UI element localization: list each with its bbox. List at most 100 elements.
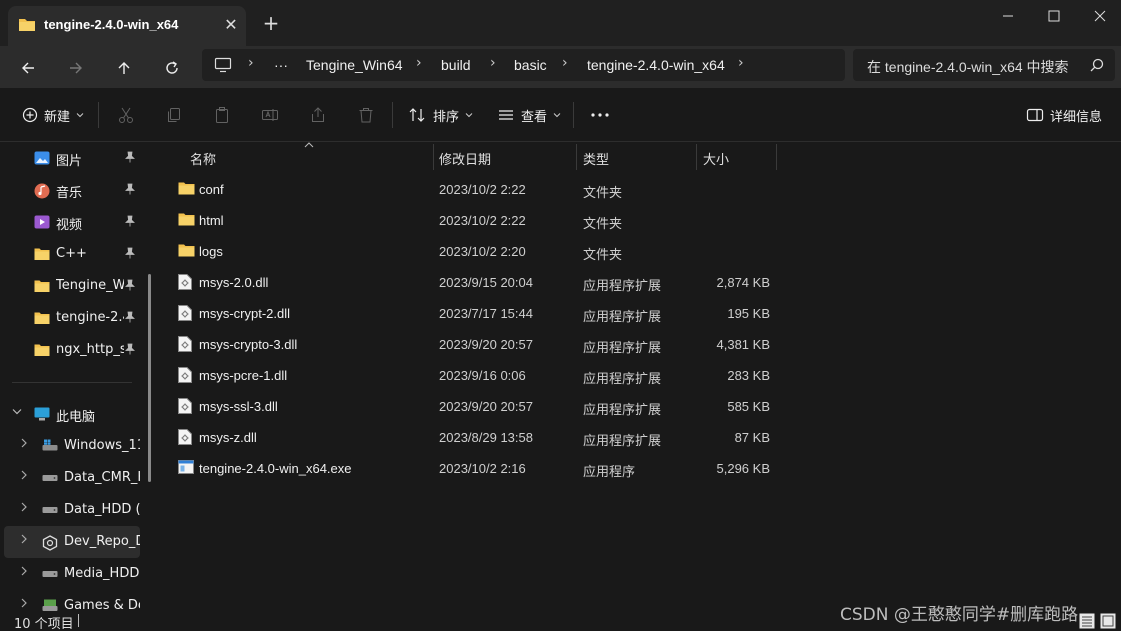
new-tab-button[interactable]: +: [260, 12, 282, 34]
item-count: 10 个项目: [14, 617, 74, 631]
file-row[interactable]: conf 2023/10/2 2:22 文件夹: [172, 174, 782, 204]
command-bar: 新建 排序 查看 详细信息: [0, 88, 1121, 142]
file-row[interactable]: msys-z.dll 2023/8/29 13:58 应用程序扩展 87 KB: [172, 422, 782, 452]
minimize-button[interactable]: [985, 4, 1031, 28]
chevron-right-icon[interactable]: [20, 534, 28, 547]
sidebar-scrollbar[interactable]: [148, 274, 151, 482]
share-icon: [312, 107, 324, 122]
sort-button[interactable]: 排序: [409, 104, 473, 126]
new-button[interactable]: 新建: [22, 104, 84, 126]
chevron-right-icon[interactable]: ›: [416, 55, 422, 71]
details-pane-button[interactable]: 详细信息: [1026, 104, 1102, 126]
file-row[interactable]: tengine-2.4.0-win_x64.exe 2023/10/2 2:16…: [172, 453, 782, 483]
sidebar-item-music[interactable]: 音乐: [0, 174, 150, 206]
chevron-right-icon[interactable]: [20, 502, 28, 515]
more-options-button[interactable]: [590, 104, 610, 126]
column-header-type[interactable]: 类型: [583, 149, 609, 168]
file-name: tengine-2.4.0-win_x64.exe: [199, 461, 352, 476]
chevron-right-icon[interactable]: [20, 438, 28, 451]
breadcrumb-item[interactable]: build: [441, 57, 471, 73]
delete-button[interactable]: [357, 104, 375, 126]
file-name: html: [199, 213, 224, 228]
paste-button[interactable]: [213, 104, 231, 126]
cut-button[interactable]: [117, 104, 135, 126]
maximize-button[interactable]: [1031, 4, 1077, 28]
column-divider[interactable]: [776, 144, 777, 170]
breadcrumb-item[interactable]: basic: [514, 57, 547, 73]
sidebar-item-tengine-win64[interactable]: Tengine_Win64: [0, 270, 150, 302]
chevron-right-icon[interactable]: [20, 566, 28, 579]
sidebar-item-drive[interactable]: Data_CMR_HDD: [0, 462, 150, 494]
file-row[interactable]: msys-2.0.dll 2023/9/15 20:04 应用程序扩展 2,87…: [172, 267, 782, 297]
chevron-right-icon[interactable]: ›: [248, 55, 254, 71]
search-box[interactable]: 在 tengine-2.4.0-win_x64 中搜索: [853, 49, 1115, 81]
column-header-date[interactable]: 修改日期: [439, 149, 491, 168]
sidebar-item-this-pc[interactable]: 此电脑: [0, 398, 150, 430]
sidebar-item-pictures[interactable]: 图片: [0, 142, 150, 174]
close-window-button[interactable]: [1077, 4, 1121, 28]
tab-close-icon[interactable]: ✕: [220, 14, 242, 36]
file-row[interactable]: msys-crypto-3.dll 2023/9/20 20:57 应用程序扩展…: [172, 329, 782, 359]
tab-tengine[interactable]: tengine-2.4.0-win_x64 ✕: [8, 6, 246, 46]
search-input[interactable]: 在 tengine-2.4.0-win_x64 中搜索: [867, 57, 1069, 77]
sidebar-item-drive[interactable]: Data_HDD (E:): [0, 494, 150, 526]
clipboard-icon: [216, 107, 228, 123]
breadcrumb-item[interactable]: tengine-2.4.0-win_x64: [587, 57, 725, 73]
sidebar-item-cpp[interactable]: C++: [0, 238, 150, 270]
forward-button[interactable]: [62, 54, 90, 82]
column-divider[interactable]: [433, 144, 434, 170]
path-box[interactable]: › ··· Tengine_Win64 › build › basic › te…: [202, 49, 845, 81]
windows-drive-icon: [42, 439, 58, 453]
chevron-right-icon[interactable]: ›: [562, 55, 568, 71]
address-bar: › ··· Tengine_Win64 › build › basic › te…: [0, 46, 1121, 88]
dll-file-icon: [178, 336, 192, 356]
file-row[interactable]: msys-crypt-2.dll 2023/7/17 15:44 应用程序扩展 …: [172, 298, 782, 328]
file-size: 87 KB: [734, 430, 770, 445]
chevron-right-icon[interactable]: ›: [490, 55, 496, 71]
folder-icon: [178, 243, 195, 261]
rename-button[interactable]: [261, 104, 279, 126]
chevron-right-icon[interactable]: ›: [738, 55, 744, 71]
tiles-view-icon[interactable]: [1100, 613, 1116, 631]
file-size: 5,296 KB: [716, 461, 771, 476]
sidebar-item-drive[interactable]: Games & Dev: [0, 590, 150, 612]
column-header-name[interactable]: 名称: [190, 149, 216, 168]
chevron-right-icon[interactable]: [20, 470, 28, 483]
sidebar-item-ngx-http[interactable]: ngx_http_substitutions: [0, 334, 150, 366]
file-type: 应用程序扩展: [583, 341, 662, 356]
column-divider[interactable]: [696, 144, 697, 170]
chevron-right-icon[interactable]: [20, 598, 28, 611]
sidebar-item-drive[interactable]: Media_HDD (: [0, 558, 150, 590]
file-name: msys-2.0.dll: [199, 275, 269, 290]
file-size: 195 KB: [727, 306, 770, 321]
chevron-down-icon: [76, 113, 84, 118]
sidebar-item-drive[interactable]: Dev_Repo_Data: [4, 526, 140, 558]
search-icon[interactable]: [1090, 58, 1104, 76]
arrow-right-icon: [70, 62, 82, 74]
sidebar-item-drive[interactable]: Windows_11_OS: [0, 430, 150, 462]
back-button[interactable]: [14, 54, 42, 82]
toolbar-divider: [573, 102, 574, 128]
file-row[interactable]: html 2023/10/2 2:22 文件夹: [172, 205, 782, 235]
copy-button[interactable]: [165, 104, 183, 126]
file-row[interactable]: logs 2023/10/2 2:20 文件夹: [172, 236, 782, 266]
breadcrumb-overflow[interactable]: ···: [274, 57, 288, 73]
sidebar-item-tengine-folder[interactable]: tengine-2.4.0-win_x64: [0, 302, 150, 334]
view-button[interactable]: 查看: [497, 104, 561, 126]
share-button[interactable]: [309, 104, 327, 126]
column-header-size[interactable]: 大小: [703, 149, 729, 168]
file-type: 应用程序扩展: [583, 310, 662, 325]
breadcrumb-item[interactable]: Tengine_Win64: [306, 57, 403, 73]
chevron-down-icon[interactable]: [12, 406, 22, 419]
arrow-left-icon: [22, 62, 34, 74]
file-row[interactable]: msys-pcre-1.dll 2023/9/16 0:06 应用程序扩展 28…: [172, 360, 782, 390]
computer-icon[interactable]: [214, 57, 232, 77]
file-date: 2023/10/2 2:22: [439, 213, 526, 228]
refresh-button[interactable]: [158, 54, 186, 82]
sidebar-item-videos[interactable]: 视频: [0, 206, 150, 238]
column-divider[interactable]: [576, 144, 577, 170]
file-row[interactable]: msys-ssl-3.dll 2023/9/20 20:57 应用程序扩展 58…: [172, 391, 782, 421]
file-date: 2023/9/16 0:06: [439, 368, 526, 383]
details-view-icon[interactable]: [1079, 613, 1095, 631]
up-button[interactable]: [110, 54, 138, 82]
